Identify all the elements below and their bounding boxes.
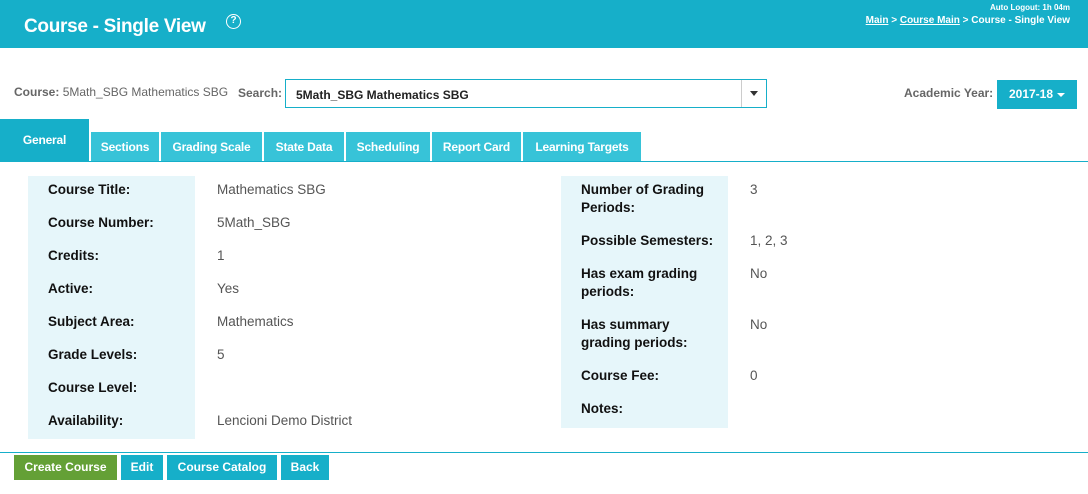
label-line: Periods: xyxy=(581,200,636,215)
course-label: Course: xyxy=(14,85,60,99)
footer-divider xyxy=(0,452,1088,453)
field-label-course-title: Course Title: xyxy=(48,182,131,197)
field-label-subject-area: Subject Area: xyxy=(48,314,135,329)
breadcrumb-separator: > xyxy=(891,15,898,26)
tab-general[interactable]: General xyxy=(0,119,89,162)
label-line: Has exam grading xyxy=(581,266,698,281)
academic-year-dropdown[interactable]: 2017-18 xyxy=(997,80,1077,109)
field-label-availability: Availability: xyxy=(48,413,124,428)
breadcrumb-current: Course - Single View xyxy=(971,15,1070,26)
search-label: Search: xyxy=(238,86,283,100)
tab-sections[interactable]: Sections xyxy=(91,132,159,162)
course-search-select[interactable]: 5Math_SBG Mathematics SBG xyxy=(285,79,767,108)
field-label-credits: Credits: xyxy=(48,248,100,263)
course-search-value: 5Math_SBG Mathematics SBG xyxy=(296,88,469,102)
field-label-grade-levels: Grade Levels: xyxy=(48,347,138,362)
field-label-active: Active: xyxy=(48,281,94,296)
tab-scheduling[interactable]: Scheduling xyxy=(346,132,430,162)
field-label-notes: Notes: xyxy=(581,401,624,416)
breadcrumb-separator: > xyxy=(962,15,969,26)
label-line: grading periods: xyxy=(581,335,688,350)
field-value-summary-grading: No xyxy=(750,317,768,332)
field-value-possible-semesters: 1, 2, 3 xyxy=(750,233,788,248)
course-indicator: Course: 5Math_SBG Mathematics SBG xyxy=(14,85,228,99)
page-header: Course - Single View ? Auto Logout: 1h 0… xyxy=(0,0,1088,48)
course-catalog-button[interactable]: Course Catalog xyxy=(167,455,277,480)
course-value: 5Math_SBG Mathematics SBG xyxy=(62,85,229,99)
auto-logout-timer: Auto Logout: 1h 04m xyxy=(990,3,1070,12)
tab-grading-scale[interactable]: Grading Scale xyxy=(161,132,262,162)
label-line: Number of Grading xyxy=(581,182,705,197)
field-label-exam-grading: Has exam grading periods: xyxy=(581,265,697,301)
field-value-availability: Lencioni Demo District xyxy=(217,413,353,428)
field-value-course-title: Mathematics SBG xyxy=(217,182,326,197)
chevron-down-icon[interactable] xyxy=(741,80,766,107)
tabs-divider xyxy=(0,161,1088,162)
academic-year-value: 2017-18 xyxy=(1008,87,1054,101)
field-value-course-fee: 0 xyxy=(750,368,758,383)
breadcrumb: Main > Course Main > Course - Single Vie… xyxy=(866,15,1070,26)
tab-state-data[interactable]: State Data xyxy=(264,132,344,162)
label-line: periods: xyxy=(581,284,635,299)
field-value-exam-grading: No xyxy=(750,266,768,281)
edit-button[interactable]: Edit xyxy=(121,455,163,480)
field-label-course-number: Course Number: xyxy=(48,215,154,230)
label-line: Has summary xyxy=(581,317,670,332)
breadcrumb-main[interactable]: Main xyxy=(866,15,889,26)
field-label-course-level: Course Level: xyxy=(48,380,138,395)
field-label-summary-grading: Has summary grading periods: xyxy=(581,316,688,352)
breadcrumb-course-main[interactable]: Course Main xyxy=(900,15,960,26)
field-label-possible-semesters: Possible Semesters: xyxy=(581,233,714,248)
field-value-grading-periods: 3 xyxy=(750,182,758,197)
field-value-active: Yes xyxy=(217,281,240,296)
field-label-course-fee: Course Fee: xyxy=(581,368,660,383)
academic-year-label: Academic Year: xyxy=(904,86,994,100)
field-value-subject-area: Mathematics xyxy=(217,314,294,329)
tab-learning-targets[interactable]: Learning Targets xyxy=(523,132,641,162)
tab-report-card[interactable]: Report Card xyxy=(432,132,521,162)
field-value-credits: 1 xyxy=(217,248,225,263)
help-icon[interactable]: ? xyxy=(226,14,241,29)
caret-down-icon xyxy=(1057,92,1066,97)
create-course-button[interactable]: Create Course xyxy=(14,455,117,480)
field-value-course-number: 5Math_SBG xyxy=(217,215,291,230)
field-label-grading-periods: Number of Grading Periods: xyxy=(581,181,704,217)
field-value-grade-levels: 5 xyxy=(217,347,225,362)
back-button[interactable]: Back xyxy=(281,455,329,480)
page-title: Course - Single View xyxy=(24,16,206,37)
